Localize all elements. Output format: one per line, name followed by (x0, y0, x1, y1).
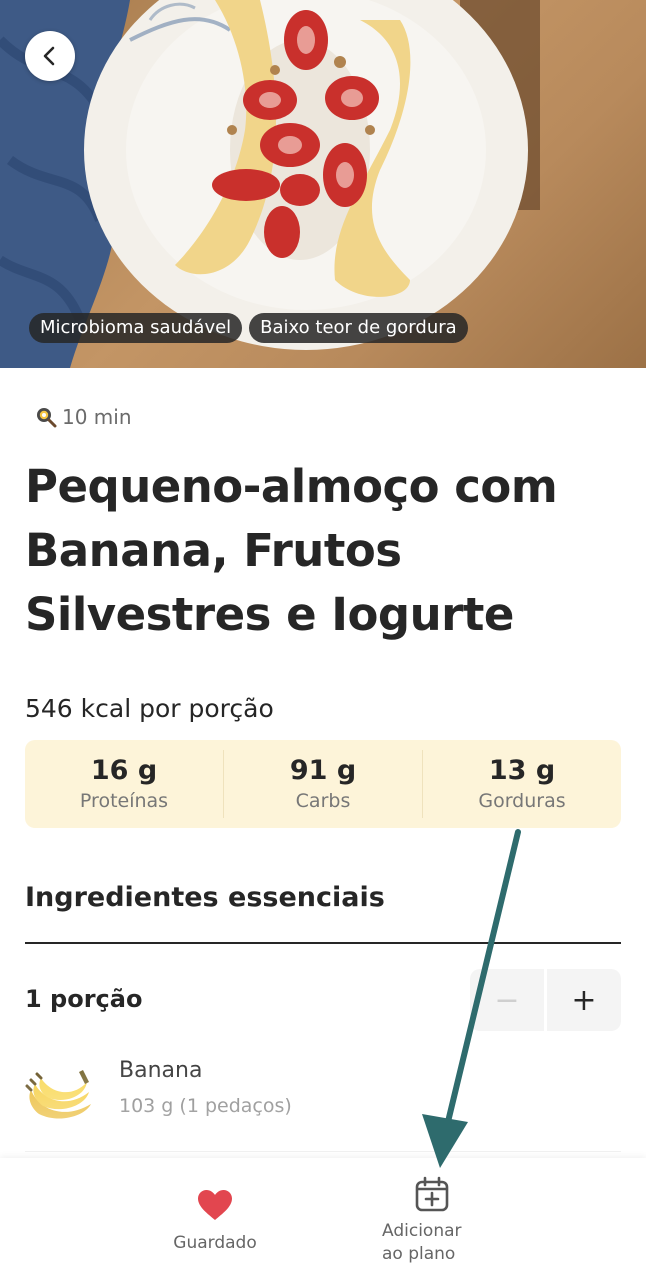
macros-panel: 16 g Proteínas 91 g Carbs 13 g Gorduras (25, 740, 621, 828)
tag-microbiome: Microbioma saudável (29, 313, 243, 343)
saved-label: Guardado (173, 1233, 257, 1253)
portion-stepper: − + (470, 969, 621, 1031)
add-to-plan-label-line2: ao plano (382, 1244, 456, 1264)
tag-list: Microbioma saudável Baixo teor de gordur… (29, 313, 468, 343)
calories-per-serving: 546 kcal por porção (25, 694, 274, 723)
macro-fat: 13 g Gorduras (423, 750, 621, 818)
prep-time: 10 min (35, 405, 132, 429)
increase-portion-button[interactable]: + (547, 969, 621, 1031)
ingredient-quantity: 103 g (1 pedaços) (119, 1095, 292, 1117)
recipe-title: Pequeno-almoço com Banana, Frutos Silves… (25, 460, 558, 641)
heart-icon (198, 1190, 232, 1220)
frying-pan-icon (37, 408, 57, 428)
bottom-action-bar: Guardado Adicionar ao plano (0, 1158, 646, 1280)
section-divider (25, 942, 621, 944)
add-to-plan-label-line1: Adicionar (382, 1221, 462, 1241)
portion-label: 1 porção (25, 985, 143, 1013)
macro-carbs-value: 91 g (289, 755, 357, 786)
macro-protein-label: Proteínas (79, 790, 169, 812)
add-to-plan-button[interactable]: Adicionar ao plano (370, 1176, 494, 1266)
hero-image: Microbioma saudável Baixo teor de gordur… (0, 0, 646, 368)
banana-image (25, 1070, 92, 1119)
macro-carbs: 91 g Carbs (224, 750, 423, 818)
calendar-plus-icon (415, 1176, 449, 1212)
macro-carbs-label: Carbs (295, 790, 351, 812)
ingredient-name: Banana (119, 1058, 203, 1083)
macro-protein: 16 g Proteínas (25, 750, 224, 818)
decrease-portion-button[interactable]: − (470, 969, 544, 1031)
macro-fat-value: 13 g (488, 755, 556, 786)
add-to-plan-label: Adicionar ao plano (382, 1220, 482, 1266)
ingredient-divider (25, 1151, 621, 1152)
ingredient-item[interactable]: Banana 103 g (1 pedaços) (25, 1058, 621, 1128)
prep-time-text: 10 min (62, 405, 132, 429)
back-button[interactable] (25, 31, 75, 81)
back-arrow-icon (43, 46, 55, 66)
macro-protein-value: 16 g (90, 755, 158, 786)
tag-low-fat: Baixo teor de gordura (249, 313, 468, 343)
macro-fat-label: Gorduras (478, 790, 566, 812)
saved-button[interactable]: Guardado (150, 1188, 280, 1255)
ingredients-section-title: Ingredientes essenciais (25, 882, 385, 913)
